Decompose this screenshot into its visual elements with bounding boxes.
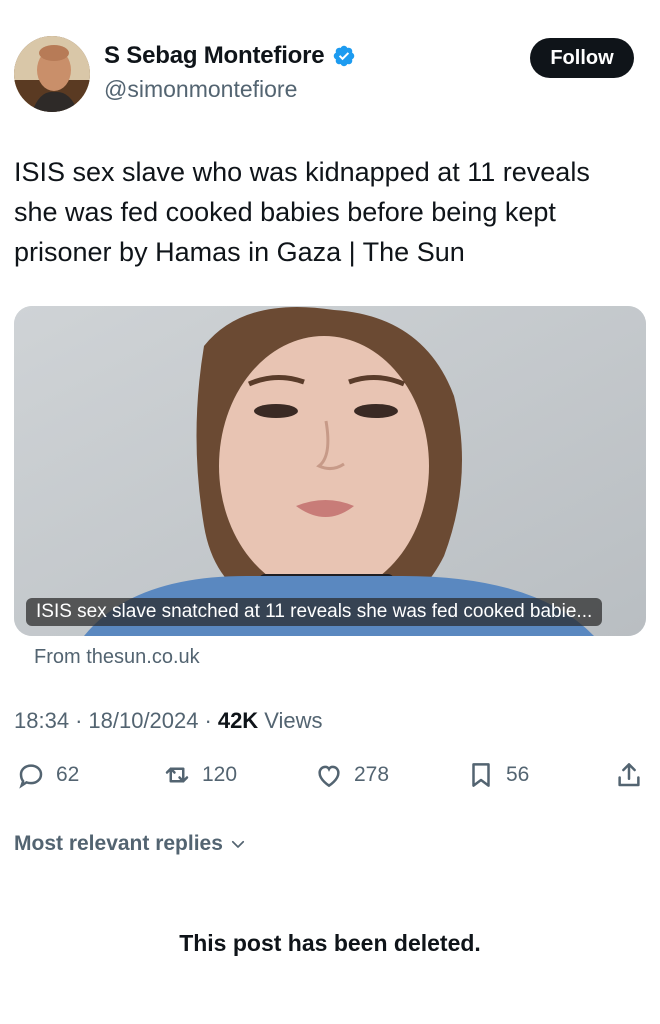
meta-separator: · [75,708,83,733]
avatar[interactable] [14,36,90,112]
verified-badge-icon [334,45,355,67]
repost-icon [165,767,189,783]
action-bar: 62 120 278 56 [14,760,646,800]
share-icon [618,763,640,787]
share-button[interactable] [614,760,644,790]
like-button[interactable]: 278 [314,760,389,790]
views-count: 42K [217,708,259,733]
tweet-time[interactable]: 18:34 [14,708,69,734]
heart-icon [318,765,340,788]
bookmark-button[interactable]: 56 [466,760,529,790]
deleted-post-notice: This post has been deleted. [179,930,481,956]
display-name[interactable]: S Sebag Montefiore [104,42,325,70]
replies-sort-dropdown[interactable]: Most relevant replies [14,832,247,856]
repost-count: 120 [202,763,238,786]
follow-button[interactable]: Follow [530,38,634,78]
bookmark-icon [472,763,490,787]
reply-button[interactable]: 62 [16,760,79,790]
author-block: S Sebag Montefiore @simonmontefiore [104,42,356,103]
tweet-text: ISIS sex slave who was kidnapped at 11 r… [14,157,590,267]
tweet-date[interactable]: 18/10/2024 [88,708,198,734]
like-count: 278 [354,763,390,786]
reply-icon [19,764,43,789]
bookmark-count: 56 [506,763,530,786]
tweet-meta: 18:34 · 18/10/2024 · 42K Views [14,708,322,734]
chevron-down-icon [231,840,244,848]
reply-count: 62 [56,763,80,786]
name-row: S Sebag Montefiore [104,42,356,70]
link-card-source[interactable]: From thesun.co.uk [34,646,200,669]
views-label: Views [264,708,323,733]
replies-sort-label: Most relevant replies [14,832,223,855]
meta-separator: · [204,708,212,733]
tweet-header: S Sebag Montefiore @simonmontefiore Foll… [14,36,634,116]
link-card-caption: ISIS sex slave snatched at 11 reveals sh… [26,598,603,626]
avatar-photo [14,36,90,112]
repost-button[interactable]: 120 [162,760,237,790]
user-handle[interactable]: @simonmontefiore [104,76,356,103]
link-card-image [14,306,646,636]
link-card[interactable]: ISIS sex slave snatched at 11 reveals sh… [14,306,646,636]
